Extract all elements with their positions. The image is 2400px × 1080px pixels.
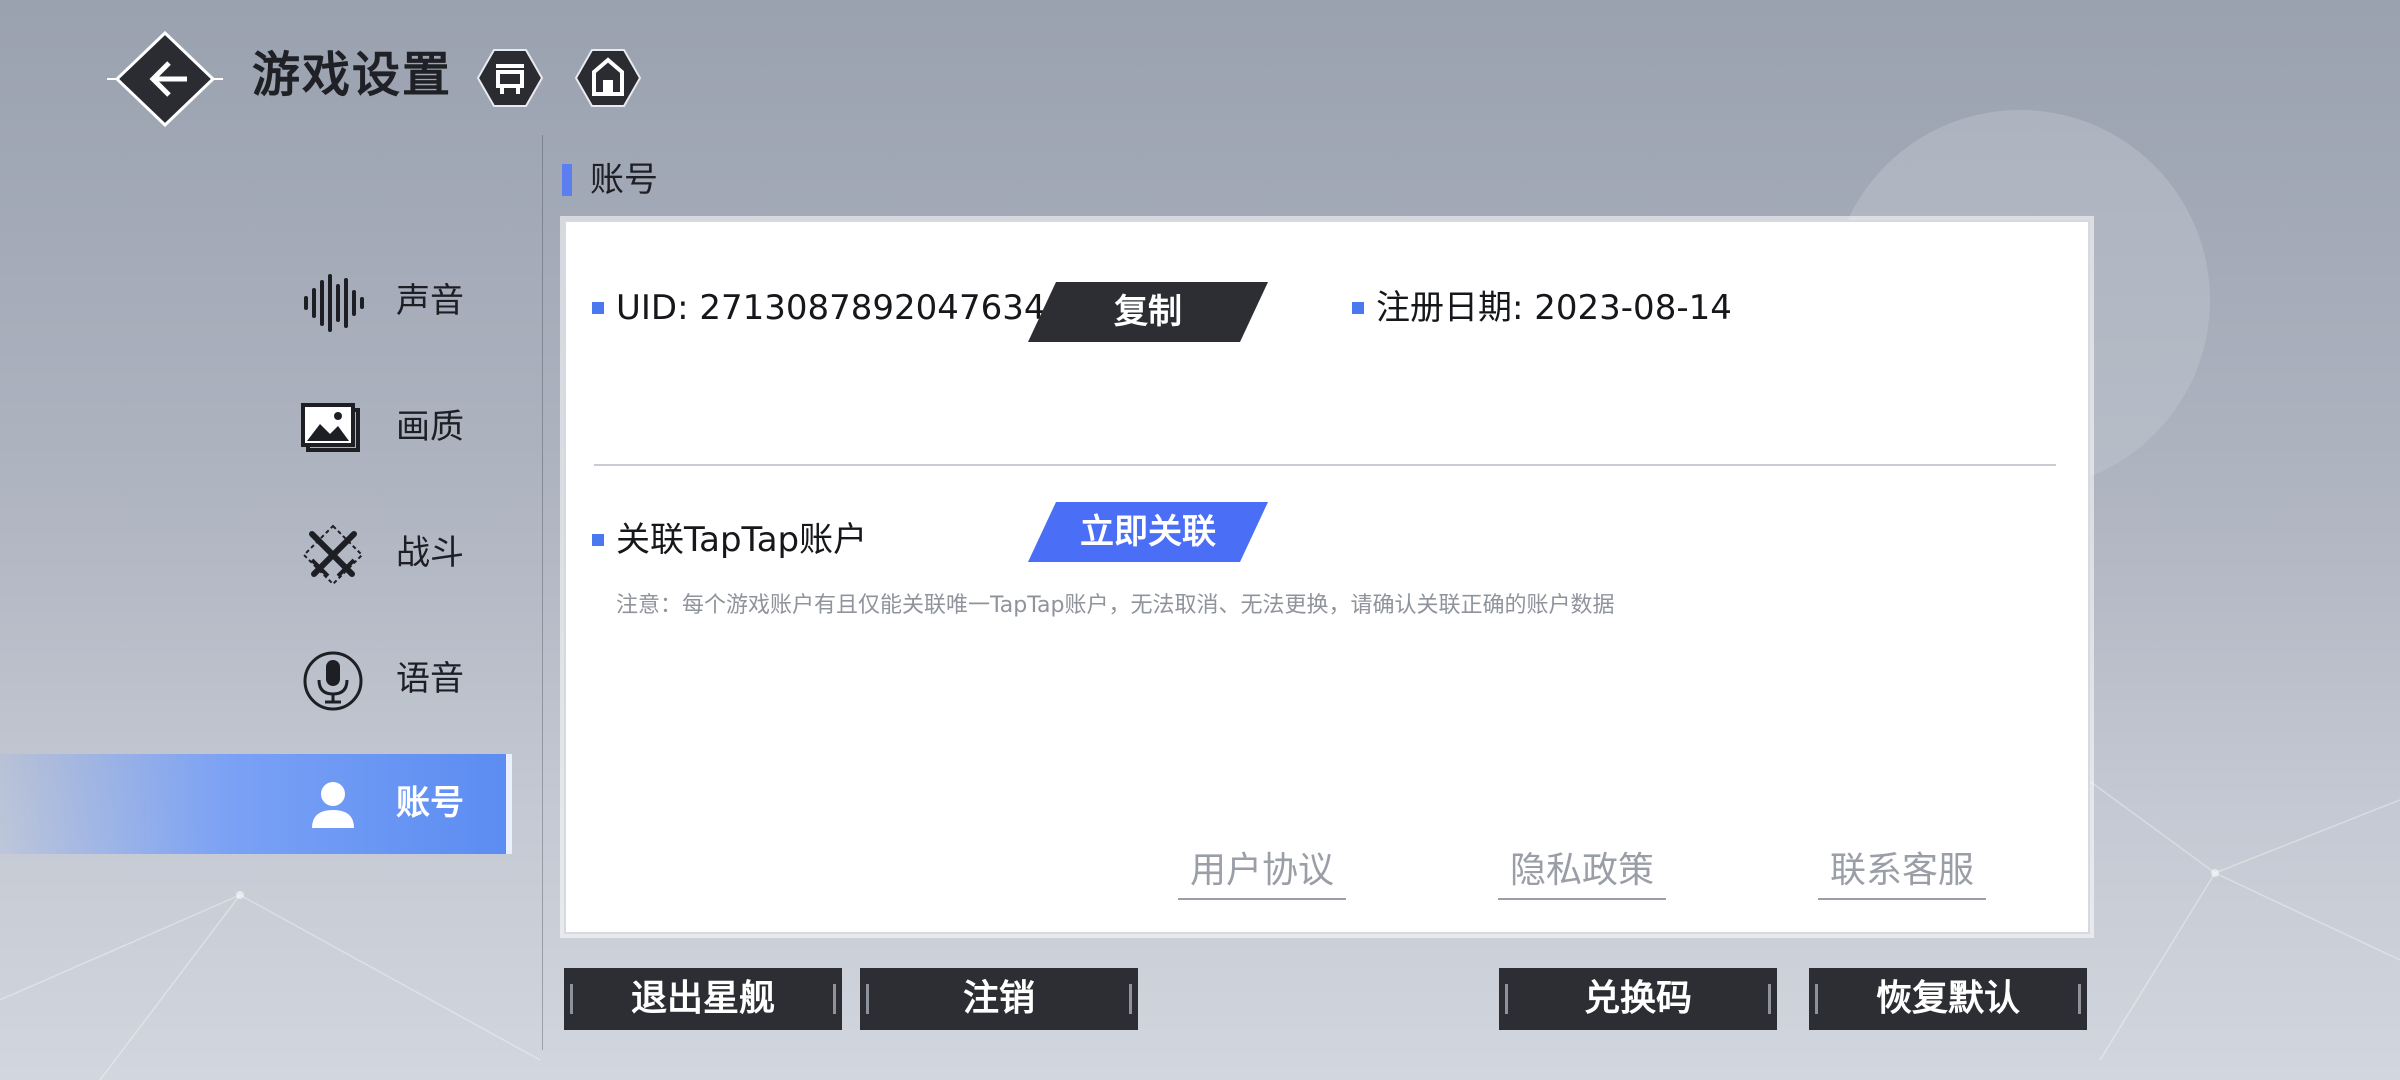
sidebar-divider <box>542 135 543 1050</box>
button-edge <box>866 984 869 1014</box>
uid-label: UID: <box>616 288 700 328</box>
redeem-code-label: 兑换码 <box>1583 978 1692 1019</box>
exit-starship-label: 退出星舰 <box>630 978 775 1019</box>
bullet-icon <box>592 302 604 314</box>
link-button-label: 立即关联 <box>1080 512 1216 552</box>
restore-defaults-label: 恢复默认 <box>1875 978 2020 1019</box>
sidebar-item-label: 账号 <box>396 783 464 823</box>
register-date-text: 注册日期: 2023-08-14 <box>1376 286 1732 330</box>
button-edge <box>570 984 573 1014</box>
account-panel: UID: 27130878920476348 复制 注册日期: 2023-08-… <box>564 220 2090 934</box>
bullet-icon <box>592 534 604 546</box>
back-button[interactable] <box>103 29 227 129</box>
deregister-label: 注销 <box>962 978 1035 1019</box>
uid-text: UID: 27130878920476348 <box>616 286 1067 330</box>
microphone-icon <box>303 651 363 711</box>
sidebar-item-label: 战斗 <box>396 533 464 573</box>
restore-defaults-button[interactable]: 恢复默认 <box>1809 968 2087 1030</box>
uid-value: 27130878920476348 <box>699 288 1068 328</box>
bullet-icon <box>1352 302 1364 314</box>
sidebar-item-label: 画质 <box>396 407 464 447</box>
user-icon <box>312 782 354 828</box>
sidebar-item-combat[interactable]: 战斗 <box>0 504 512 604</box>
contact-support-link[interactable]: 联系客服 <box>1818 848 1987 900</box>
sidebar-item-voice[interactable]: 语音 <box>0 630 512 730</box>
taptap-note: 注意：每个游戏账户有且仅能关联唯一TapTap账户，无法取消、无法更换，请确认关… <box>616 593 1615 618</box>
button-edge <box>1129 984 1132 1014</box>
page-title: 游戏设置 <box>252 47 453 103</box>
sidebar-item-account[interactable]: 账号 <box>0 754 512 854</box>
settings-gate-icon[interactable] <box>476 46 544 110</box>
sidebar-item-graphics[interactable]: 画质 <box>0 378 512 478</box>
image-quality-icon <box>301 403 360 452</box>
home-icon[interactable] <box>574 46 642 110</box>
link-taptap-button[interactable]: 立即关联 <box>1028 502 1268 562</box>
crossed-swords-icon <box>302 524 364 586</box>
register-date: 2023-08-14 <box>1534 288 1732 328</box>
privacy-policy-link[interactable]: 隐私政策 <box>1498 848 1667 900</box>
section-marker <box>562 164 572 196</box>
copy-button-label: 复制 <box>1114 292 1182 332</box>
deregister-button[interactable]: 注销 <box>860 968 1138 1030</box>
button-edge <box>1768 984 1771 1014</box>
copy-button[interactable]: 复制 <box>1028 282 1268 342</box>
user-agreement-link[interactable]: 用户协议 <box>1178 848 1347 900</box>
back-arrow-icon <box>107 30 223 128</box>
button-edge <box>1815 984 1818 1014</box>
button-edge <box>833 984 836 1014</box>
redeem-code-button[interactable]: 兑换码 <box>1499 968 1777 1030</box>
divider <box>594 464 2056 466</box>
section-title: 账号 <box>590 160 658 200</box>
sound-wave-icon <box>304 274 364 332</box>
active-indicator <box>506 754 512 854</box>
button-edge <box>2078 984 2081 1014</box>
taptap-label: 关联TapTap账户 <box>616 520 868 560</box>
exit-starship-button[interactable]: 退出星舰 <box>564 968 842 1030</box>
sidebar-item-sound[interactable]: 声音 <box>0 252 512 352</box>
register-label: 注册日期: <box>1376 288 1535 328</box>
sidebar-item-label: 语音 <box>396 659 464 699</box>
button-edge <box>1505 984 1508 1014</box>
sidebar-item-label: 声音 <box>396 281 464 321</box>
